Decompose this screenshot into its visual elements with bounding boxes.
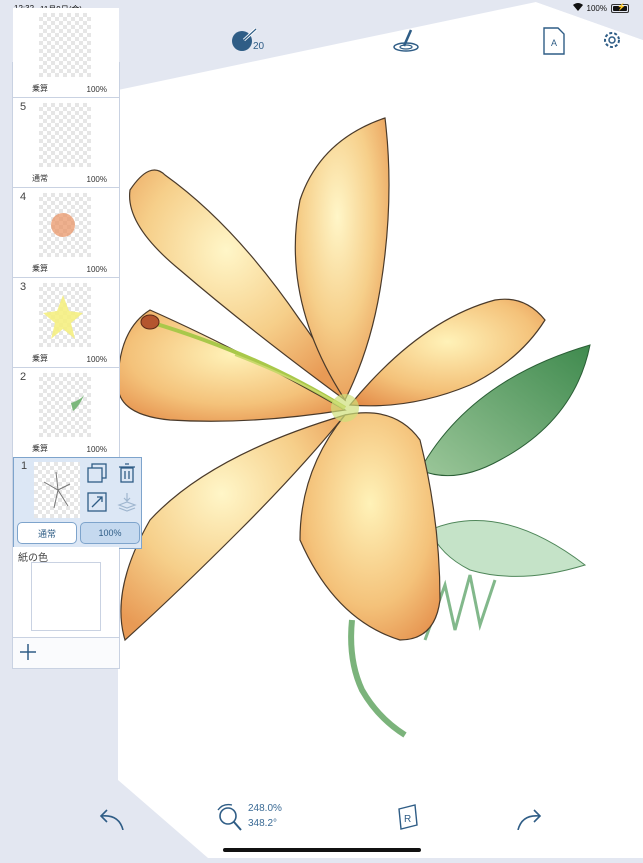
undo-icon [99,809,124,830]
layer-opacity[interactable]: 100% [87,445,107,454]
layer-number: 4 [20,191,27,203]
layer-blend-mode[interactable]: 乗算 [32,83,48,94]
layer-number: 5 [20,101,27,113]
layer-thumbnail [34,462,80,518]
status-right: 100% ⚡ [572,3,629,13]
layer-blend-mode[interactable]: 乗算 [32,263,48,274]
home-indicator [223,848,421,852]
layer-blend-mode[interactable]: 通常 [32,173,48,184]
plus-icon [20,644,36,660]
settings-button[interactable] [600,28,624,52]
layer-thumbnail-art [71,393,85,411]
layer-opacity[interactable]: 100% [87,175,107,184]
layer-thumbnail-art [43,471,71,509]
undo-button[interactable] [98,804,126,832]
delete-layer-button[interactable] [116,462,138,484]
blend-mode-button[interactable]: 通常 [17,522,77,544]
duplicate-icon [87,463,107,483]
layer-blend-mode[interactable]: 乗算 [32,443,48,454]
layer-thumbnail [39,373,91,437]
layer-thumbnail [39,13,91,77]
layer-thumbnail-art [43,295,83,339]
layer-opacity[interactable]: 100% [87,355,107,364]
brush-button[interactable]: 20 [219,26,271,54]
reset-rotation-icon: R [398,804,418,830]
pen-stand-icon [393,29,419,52]
rotation-angle: 348.2° [248,818,278,829]
layer-thumbnail [39,193,91,257]
redo-button[interactable] [515,804,543,832]
battery-icon: ⚡ [611,3,629,13]
redo-icon [517,809,542,830]
pen-settings-button[interactable] [392,26,420,54]
paper-color-swatch [31,562,101,631]
layer-item[interactable]: 5 通常 100% [13,98,119,188]
svg-text:R: R [404,814,411,825]
document-button[interactable]: A [541,26,567,56]
transform-layer-button[interactable] [86,491,108,513]
layer-thumbnail-art [51,213,75,237]
brush-size-label: 20 [253,41,265,52]
gear-icon [604,32,620,48]
layer-number: 3 [20,281,27,293]
layer-number: 1 [21,460,28,472]
opacity-button[interactable]: 100% [80,522,140,544]
merge-down-button[interactable] [116,491,138,513]
layer-thumbnail [39,103,91,167]
layer-thumbnail [39,283,91,347]
layer-item[interactable]: 乗算 100% [13,8,119,98]
layer-opacity[interactable]: 100% [87,85,107,94]
paper-color-item[interactable]: 紙の色 [13,547,119,638]
layer-item[interactable]: 2 乗算 100% [13,368,119,458]
active-layer-item[interactable]: 1 通常 100% [13,457,142,549]
layer-blend-mode[interactable]: 乗算 [32,353,48,364]
layer-item[interactable]: 3 乗算 100% [13,278,119,368]
battery-percent: 100% [586,3,607,13]
zoom-rotate-icon [217,803,242,831]
trash-icon [119,463,135,483]
layer-opacity[interactable]: 100% [87,265,107,274]
layer-number: 2 [20,371,27,383]
layer-panel: 乗算 100% 5 通常 100% 4 乗算 100% 3 乗算 100% 2 … [12,8,142,669]
wifi-icon [572,3,583,13]
duplicate-layer-button[interactable] [86,462,108,484]
layer-item[interactable]: 4 乗算 100% [13,188,119,278]
reset-rotation-button[interactable]: R [394,803,420,831]
zoom-rotate-button[interactable] [215,802,243,832]
add-layer-button[interactable] [17,641,39,663]
resize-icon [87,492,107,512]
zoom-level: 248.0% [248,803,282,814]
merge-down-icon [117,493,137,512]
svg-text:A: A [551,38,557,48]
document-icon: A [543,27,565,55]
